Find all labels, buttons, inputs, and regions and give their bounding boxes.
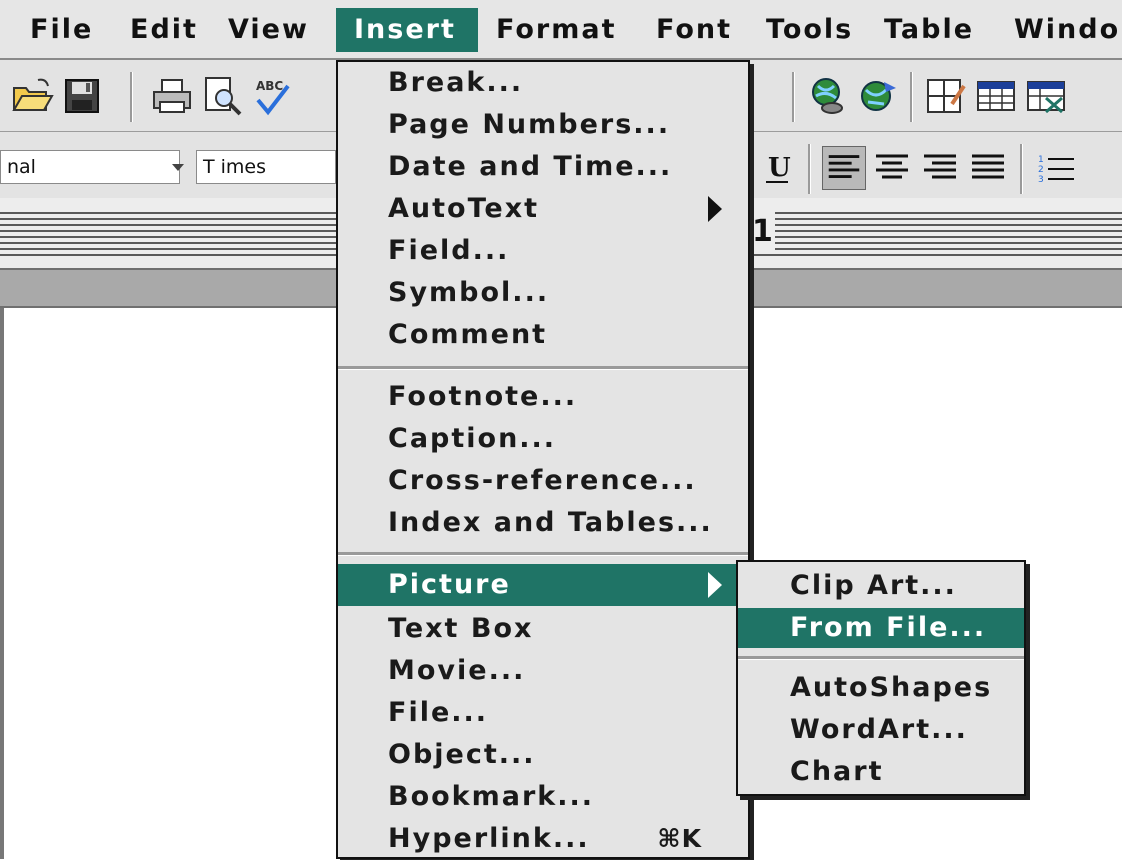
menu-item-hyperlink[interactable]: Hyperlink... ⌘K [338, 818, 748, 860]
menu-window[interactable]: Windo [996, 8, 1122, 52]
menu-item-label: Footnote... [388, 381, 578, 412]
menu-item-movie[interactable]: Movie... [338, 650, 748, 692]
insert-table-icon[interactable] [974, 74, 1018, 118]
menu-tools[interactable]: Tools [748, 8, 871, 52]
submenu-item-from-file[interactable]: From File... [738, 608, 1024, 648]
menu-item-page-numbers[interactable]: Page Numbers... [338, 104, 748, 146]
menu-item-autotext[interactable]: AutoText [338, 188, 748, 230]
menu-item-label: Symbol... [388, 277, 550, 308]
font-select[interactable]: T imes [196, 150, 336, 184]
menu-file[interactable]: File [12, 8, 111, 52]
font-select-value: T imes [203, 156, 267, 178]
svg-text:U: U [768, 153, 791, 183]
menu-font[interactable]: Font [638, 8, 750, 52]
menu-item-symbol[interactable]: Symbol... [338, 272, 748, 314]
toolbar-separator [808, 144, 811, 194]
menu-item-comment[interactable]: Comment [338, 314, 748, 356]
menu-separator [338, 366, 748, 370]
style-select-value: nal [7, 156, 36, 178]
submenu-item-label: WordArt... [790, 714, 968, 745]
submenu-item-label: From File... [790, 612, 987, 643]
align-left-icon[interactable] [822, 146, 866, 190]
menu-item-picture[interactable]: Picture [338, 564, 748, 606]
menu-item-field[interactable]: Field... [338, 230, 748, 272]
svg-text:ABC: ABC [256, 79, 283, 93]
menu-edit[interactable]: Edit [112, 8, 216, 52]
submenu-item-chart[interactable]: Chart [738, 752, 1024, 792]
align-right-icon[interactable] [918, 146, 962, 190]
menu-bar: File Edit View Insert Format Font Tools … [0, 0, 1122, 60]
open-folder-icon[interactable] [10, 74, 54, 118]
tables-borders-icon[interactable] [924, 74, 968, 118]
submenu-item-label: Clip Art... [790, 570, 957, 601]
submenu-item-autoshapes[interactable]: AutoShapes [738, 668, 1024, 708]
menu-format[interactable]: Format [478, 8, 634, 52]
menu-item-index-tables[interactable]: Index and Tables... [338, 502, 748, 544]
menu-item-file[interactable]: File... [338, 692, 748, 734]
menu-item-caption[interactable]: Caption... [338, 418, 748, 460]
print-preview-icon[interactable] [200, 74, 244, 118]
numbering-icon[interactable]: 1 2 3 [1034, 146, 1078, 190]
underline-icon[interactable]: U [756, 146, 800, 190]
menu-item-cross-reference[interactable]: Cross-reference... [338, 460, 748, 502]
insert-hyperlink-icon[interactable] [806, 74, 850, 118]
menu-item-label: Field... [388, 235, 510, 266]
toolbar-separator [910, 72, 913, 122]
window-left-edge [0, 308, 4, 859]
picture-submenu: Clip Art... From File... AutoShapes Word… [736, 560, 1026, 796]
menu-item-label: File... [388, 697, 489, 728]
menu-item-label: Date and Time... [388, 151, 673, 182]
style-select[interactable]: nal [0, 150, 180, 184]
justify-icon[interactable] [966, 146, 1010, 190]
menu-item-label: Comment [388, 319, 548, 350]
menu-item-bookmark[interactable]: Bookmark... [338, 776, 748, 818]
menu-item-label: Break... [388, 67, 524, 98]
menu-view[interactable]: View [210, 8, 327, 52]
toolbar-separator [792, 72, 795, 122]
menu-table[interactable]: Table [866, 8, 992, 52]
menu-insert[interactable]: Insert [336, 8, 478, 52]
menu-item-text-box[interactable]: Text Box [338, 608, 748, 650]
menu-item-label: Text Box [388, 613, 534, 644]
submenu-separator [738, 656, 1024, 660]
menu-item-object[interactable]: Object... [338, 734, 748, 776]
save-icon[interactable] [60, 74, 104, 118]
hyperlink-shortcut: ⌘K [657, 824, 702, 853]
toolbar-separator [1020, 144, 1023, 194]
submenu-item-label: Chart [790, 756, 884, 787]
submenu-item-label: AutoShapes [790, 672, 993, 703]
insert-menu: Break... Page Numbers... Date and Time..… [336, 60, 750, 859]
submenu-item-clip-art[interactable]: Clip Art... [738, 566, 1024, 606]
svg-text:3: 3 [1038, 175, 1044, 185]
style-dropdown-arrow[interactable] [172, 164, 184, 171]
toolbar-separator [130, 72, 133, 122]
menu-item-label: Cross-reference... [388, 465, 697, 496]
submenu-arrow-icon [708, 196, 722, 222]
menu-item-label: Bookmark... [388, 781, 595, 812]
menu-item-label: Page Numbers... [388, 109, 671, 140]
svg-text:2: 2 [1038, 165, 1044, 175]
align-center-icon[interactable] [870, 146, 914, 190]
web-toolbar-icon[interactable] [856, 74, 900, 118]
menu-item-footnote[interactable]: Footnote... [338, 376, 748, 418]
menu-item-date-time[interactable]: Date and Time... [338, 146, 748, 188]
submenu-item-wordart[interactable]: WordArt... [738, 710, 1024, 750]
menu-item-label: Movie... [388, 655, 526, 686]
menu-item-label: Index and Tables... [388, 507, 713, 538]
insert-worksheet-icon[interactable] [1024, 74, 1068, 118]
menu-item-label: Caption... [388, 423, 557, 454]
menu-item-label: Picture [388, 569, 511, 600]
svg-text:1: 1 [1038, 155, 1044, 165]
spelling-check-icon[interactable]: ABC [250, 74, 294, 118]
menu-item-label: Hyperlink... [388, 823, 590, 854]
menu-separator [338, 552, 748, 556]
ruler-number: 1 [750, 212, 775, 252]
menu-item-label: Object... [388, 739, 536, 770]
print-icon[interactable] [150, 74, 194, 118]
menu-item-label: AutoText [388, 193, 540, 224]
submenu-arrow-icon [708, 572, 722, 598]
menu-item-break[interactable]: Break... [338, 62, 748, 104]
